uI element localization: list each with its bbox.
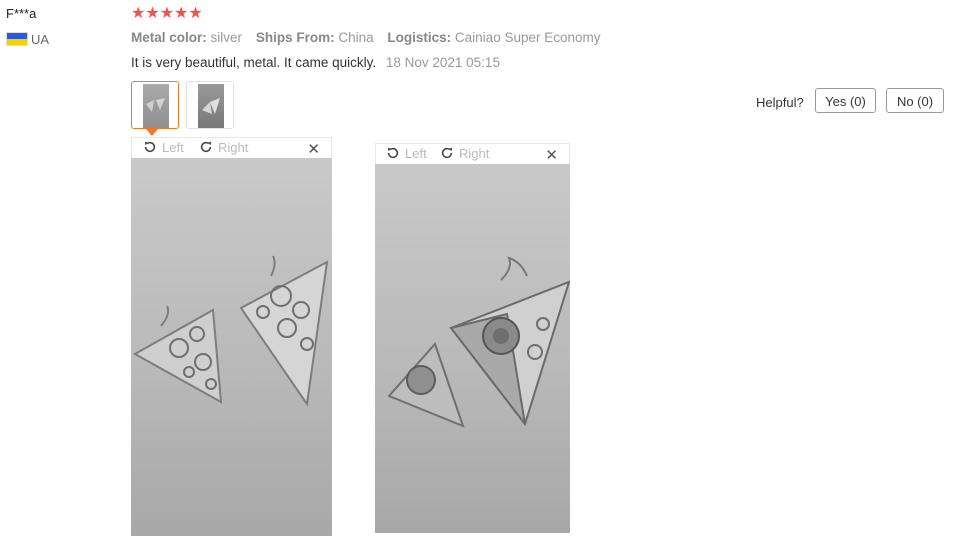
review-text: It is very beautiful, metal. It came qui…: [131, 55, 377, 70]
review-photo-1: [131, 158, 332, 536]
rotate-left-label: Left: [405, 146, 427, 161]
star-rating: ★★★★★: [131, 5, 203, 22]
reviewer-name: F***a: [6, 6, 37, 21]
rotate-right-button[interactable]: Right: [440, 146, 489, 161]
helpful-no-button[interactable]: No (0): [886, 88, 944, 113]
photo-viewer-1: Left Right ✕: [131, 137, 332, 536]
attr-logistics-key: Logistics:: [387, 30, 452, 45]
collar-tip-right: [239, 255, 329, 407]
review-photo-2: [375, 164, 570, 533]
review-body: It is very beautiful, metal. It came qui…: [131, 55, 500, 70]
rotate-right-label: Right: [459, 146, 490, 161]
rotate-left-label: Left: [162, 140, 184, 155]
rotate-right-label: Right: [218, 140, 249, 155]
viewer-toolbar: Left Right ✕: [375, 143, 570, 164]
rotate-right-button[interactable]: Right: [199, 140, 248, 155]
review-photo-thumbnail-2[interactable]: [186, 81, 234, 129]
close-viewer-button[interactable]: ✕: [307, 140, 320, 158]
helpful-label: Helpful?: [756, 95, 804, 110]
rotate-left-button[interactable]: Left: [143, 140, 184, 155]
attr-metal-color-key: Metal color:: [131, 30, 207, 45]
collar-tip-front: [449, 256, 570, 427]
attr-logistics-value: Cainiao Super Economy: [454, 30, 601, 45]
close-viewer-button[interactable]: ✕: [545, 146, 558, 164]
rotate-left-icon: [144, 141, 156, 153]
review-date: 18 Nov 2021 05:15: [385, 55, 500, 70]
product-attributes: Metal color: silver Ships From: China Lo…: [131, 30, 611, 45]
rotate-left-button[interactable]: Left: [386, 146, 427, 161]
viewer-toolbar: Left Right ✕: [131, 137, 332, 158]
ukraine-flag-icon: [6, 32, 28, 46]
thumbnail-image: [198, 84, 224, 128]
collar-tip-left: [132, 305, 223, 404]
reviewer-country: UA: [31, 32, 50, 47]
rotate-right-icon: [200, 141, 212, 153]
thumbnail-image: [143, 84, 169, 128]
attr-ships-from-value: China: [338, 30, 374, 45]
review-photo-thumbnail-1[interactable]: [131, 81, 179, 129]
rotate-left-icon: [387, 147, 399, 159]
photo-viewer-2: Left Right ✕: [375, 143, 570, 533]
attr-ships-from-key: Ships From:: [255, 30, 335, 45]
attr-metal-color-value: silver: [210, 30, 243, 45]
helpful-yes-button[interactable]: Yes (0): [815, 88, 876, 113]
collar-tip-back: [387, 342, 465, 428]
rotate-right-icon: [441, 147, 453, 159]
active-thumbnail-caret-icon: [146, 129, 158, 136]
